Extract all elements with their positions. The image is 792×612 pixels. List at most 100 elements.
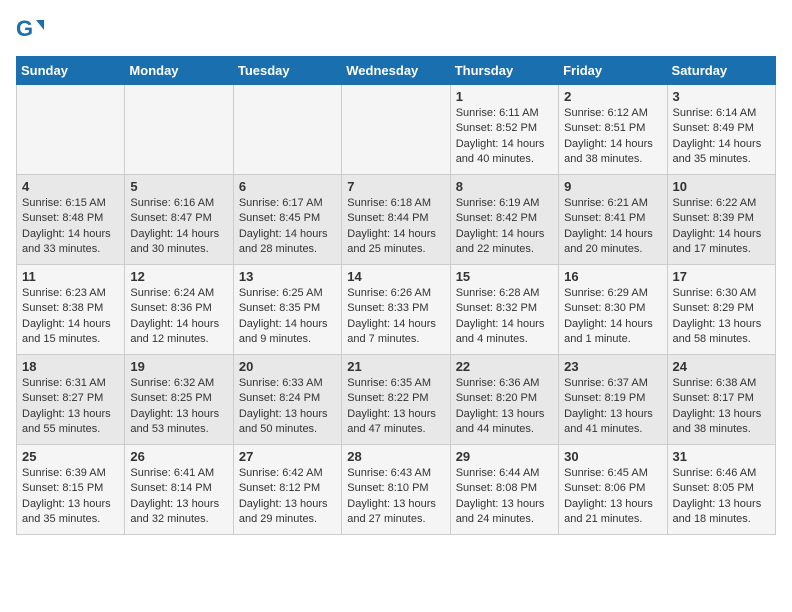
day-info: Sunrise: 6:42 AM Sunset: 8:12 PM Dayligh… <box>239 466 336 528</box>
day-cell-2: 2Sunrise: 6:12 AM Sunset: 8:51 PM Daylig… <box>559 85 667 175</box>
empty-cell <box>17 85 125 175</box>
empty-cell <box>342 85 450 175</box>
day-number: 25 <box>22 449 119 464</box>
logo-icon: G <box>16 16 44 44</box>
day-info: Sunrise: 6:11 AM Sunset: 8:52 PM Dayligh… <box>456 106 553 168</box>
day-cell-29: 29 Sunrise: 6:44 AM Sunset: 8:08 PM Dayli… <box>450 445 558 535</box>
weekday-header-thursday: Thursday <box>450 57 558 85</box>
day-info: Sunrise: 6:16 AM Sunset: 8:47 PM Dayligh… <box>130 196 227 258</box>
day-info: Sunrise: 6:31 AM Sunset: 8:27 PM Dayligh… <box>22 376 119 438</box>
day-cell-7: 7 Sunrise: 6:18 AM Sunset: 8:44 PM Daylig… <box>342 175 450 265</box>
day-number: 31 <box>673 449 770 464</box>
day-number: 7 <box>347 179 444 194</box>
day-number: 22 <box>456 359 553 374</box>
svg-text:G: G <box>16 16 33 41</box>
day-cell-10: 10 Sunrise: 6:22 AM Sunset: 8:39 PM Dayli… <box>667 175 775 265</box>
day-cell-19: 19 Sunrise: 6:32 AM Sunset: 8:25 PM Dayli… <box>125 355 233 445</box>
day-info: Sunrise: 6:18 AM Sunset: 8:44 PM Dayligh… <box>347 196 444 258</box>
weekday-header-saturday: Saturday <box>667 57 775 85</box>
week-row-2: 4 Sunrise: 6:15 AM Sunset: 8:48 PM Daylig… <box>17 175 776 265</box>
day-info: Sunrise: 6:26 AM Sunset: 8:33 PM Dayligh… <box>347 286 444 348</box>
day-number: 15 <box>456 269 553 284</box>
header: G <box>16 16 776 44</box>
day-number: 8 <box>456 179 553 194</box>
day-info: Sunrise: 6:28 AM Sunset: 8:32 PM Dayligh… <box>456 286 553 348</box>
empty-cell <box>125 85 233 175</box>
day-number: 26 <box>130 449 227 464</box>
day-cell-12: 12 Sunrise: 6:24 AM Sunset: 8:36 PM Dayli… <box>125 265 233 355</box>
day-number: 6 <box>239 179 336 194</box>
day-number: 30 <box>564 449 661 464</box>
day-number: 13 <box>239 269 336 284</box>
week-row-1: 1 Sunrise: 6:11 AM Sunset: 8:52 PM Daylig… <box>17 85 776 175</box>
day-info: Sunrise: 6:21 AM Sunset: 8:41 PM Dayligh… <box>564 196 661 258</box>
day-cell-5: 5Sunrise: 6:16 AM Sunset: 8:47 PM Daylig… <box>125 175 233 265</box>
day-cell-28: 28Sunrise: 6:43 AM Sunset: 8:10 PM Dayli… <box>342 445 450 535</box>
day-info: Sunrise: 6:36 AM Sunset: 8:20 PM Dayligh… <box>456 376 553 438</box>
day-info: Sunrise: 6:44 AM Sunset: 8:08 PM Dayligh… <box>456 466 553 528</box>
day-number: 20 <box>239 359 336 374</box>
day-number: 11 <box>22 269 119 284</box>
week-row-4: 18 Sunrise: 6:31 AM Sunset: 8:27 PM Dayli… <box>17 355 776 445</box>
day-number: 24 <box>673 359 770 374</box>
day-cell-30: 30 Sunrise: 6:45 AM Sunset: 8:06 PM Dayli… <box>559 445 667 535</box>
weekday-header-wednesday: Wednesday <box>342 57 450 85</box>
week-row-3: 11 Sunrise: 6:23 AM Sunset: 8:38 PM Dayli… <box>17 265 776 355</box>
day-number: 1 <box>456 89 553 104</box>
day-cell-24: 24 Sunrise: 6:38 AM Sunset: 8:17 PM Dayli… <box>667 355 775 445</box>
day-number: 4 <box>22 179 119 194</box>
day-cell-23: 23 Sunrise: 6:37 AM Sunset: 8:19 PM Dayli… <box>559 355 667 445</box>
day-cell-26: 26Sunrise: 6:41 AM Sunset: 8:14 PM Dayli… <box>125 445 233 535</box>
weekday-header-sunday: Sunday <box>17 57 125 85</box>
calendar-table: SundayMondayTuesdayWednesdayThursdayFrid… <box>16 56 776 535</box>
day-number: 29 <box>456 449 553 464</box>
weekday-header-tuesday: Tuesday <box>233 57 341 85</box>
day-cell-31: 31 Sunrise: 6:46 AM Sunset: 8:05 PM Dayli… <box>667 445 775 535</box>
day-number: 10 <box>673 179 770 194</box>
day-number: 18 <box>22 359 119 374</box>
day-cell-20: 20 Sunrise: 6:33 AM Sunset: 8:24 PM Dayli… <box>233 355 341 445</box>
weekday-header-row: SundayMondayTuesdayWednesdayThursdayFrid… <box>17 57 776 85</box>
day-info: Sunrise: 6:45 AM Sunset: 8:06 PM Dayligh… <box>564 466 661 528</box>
day-number: 21 <box>347 359 444 374</box>
day-cell-3: 3Sunrise: 6:14 AM Sunset: 8:49 PM Daylig… <box>667 85 775 175</box>
day-number: 14 <box>347 269 444 284</box>
day-info: Sunrise: 6:32 AM Sunset: 8:25 PM Dayligh… <box>130 376 227 438</box>
day-cell-17: 17Sunrise: 6:30 AM Sunset: 8:29 PM Dayli… <box>667 265 775 355</box>
day-cell-6: 6 Sunrise: 6:17 AM Sunset: 8:45 PM Daylig… <box>233 175 341 265</box>
day-info: Sunrise: 6:38 AM Sunset: 8:17 PM Dayligh… <box>673 376 770 438</box>
day-number: 28 <box>347 449 444 464</box>
day-number: 19 <box>130 359 227 374</box>
day-info: Sunrise: 6:24 AM Sunset: 8:36 PM Dayligh… <box>130 286 227 348</box>
day-number: 16 <box>564 269 661 284</box>
day-info: Sunrise: 6:25 AM Sunset: 8:35 PM Dayligh… <box>239 286 336 348</box>
day-cell-1: 1 Sunrise: 6:11 AM Sunset: 8:52 PM Daylig… <box>450 85 558 175</box>
week-row-5: 25Sunrise: 6:39 AM Sunset: 8:15 PM Dayli… <box>17 445 776 535</box>
day-info: Sunrise: 6:17 AM Sunset: 8:45 PM Dayligh… <box>239 196 336 258</box>
day-cell-13: 13 Sunrise: 6:25 AM Sunset: 8:35 PM Dayli… <box>233 265 341 355</box>
weekday-header-monday: Monday <box>125 57 233 85</box>
day-cell-4: 4 Sunrise: 6:15 AM Sunset: 8:48 PM Daylig… <box>17 175 125 265</box>
day-info: Sunrise: 6:15 AM Sunset: 8:48 PM Dayligh… <box>22 196 119 258</box>
day-number: 9 <box>564 179 661 194</box>
day-number: 12 <box>130 269 227 284</box>
day-info: Sunrise: 6:37 AM Sunset: 8:19 PM Dayligh… <box>564 376 661 438</box>
day-info: Sunrise: 6:29 AM Sunset: 8:30 PM Dayligh… <box>564 286 661 348</box>
day-cell-25: 25Sunrise: 6:39 AM Sunset: 8:15 PM Dayli… <box>17 445 125 535</box>
day-info: Sunrise: 6:19 AM Sunset: 8:42 PM Dayligh… <box>456 196 553 258</box>
day-info: Sunrise: 6:46 AM Sunset: 8:05 PM Dayligh… <box>673 466 770 528</box>
day-cell-27: 27 Sunrise: 6:42 AM Sunset: 8:12 PM Dayli… <box>233 445 341 535</box>
day-number: 27 <box>239 449 336 464</box>
day-info: Sunrise: 6:22 AM Sunset: 8:39 PM Dayligh… <box>673 196 770 258</box>
weekday-header-friday: Friday <box>559 57 667 85</box>
day-number: 3 <box>673 89 770 104</box>
empty-cell <box>233 85 341 175</box>
day-cell-15: 15 Sunrise: 6:28 AM Sunset: 8:32 PM Dayli… <box>450 265 558 355</box>
day-info: Sunrise: 6:23 AM Sunset: 8:38 PM Dayligh… <box>22 286 119 348</box>
day-cell-9: 9 Sunrise: 6:21 AM Sunset: 8:41 PM Daylig… <box>559 175 667 265</box>
day-cell-11: 11 Sunrise: 6:23 AM Sunset: 8:38 PM Dayli… <box>17 265 125 355</box>
day-number: 23 <box>564 359 661 374</box>
logo: G <box>16 16 48 44</box>
day-info: Sunrise: 6:33 AM Sunset: 8:24 PM Dayligh… <box>239 376 336 438</box>
day-info: Sunrise: 6:30 AM Sunset: 8:29 PM Dayligh… <box>673 286 770 348</box>
